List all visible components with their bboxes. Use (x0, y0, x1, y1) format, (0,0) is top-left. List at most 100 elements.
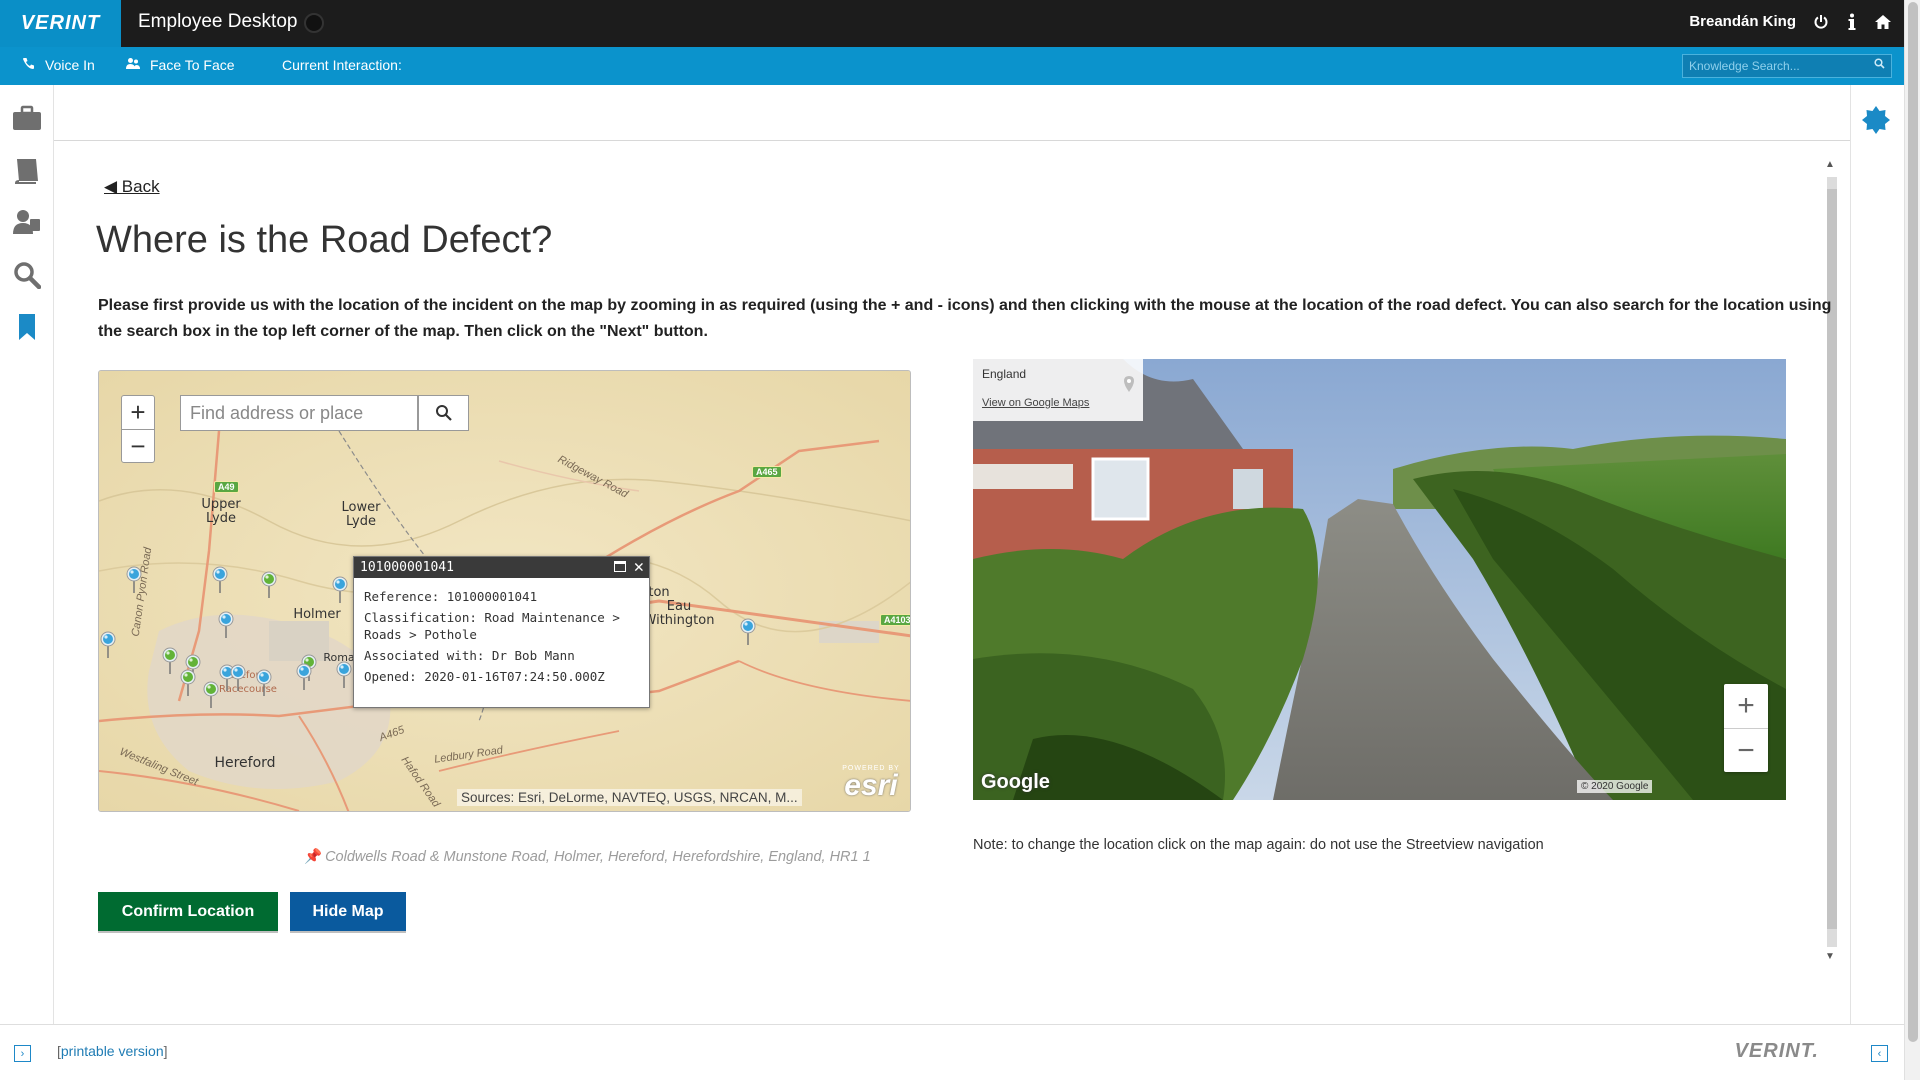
popup-header: 101000001041 ✕ (354, 557, 649, 578)
map-pin-icon[interactable] (125, 566, 143, 594)
user-name[interactable]: Breandán King (1689, 13, 1796, 30)
maximize-icon[interactable] (614, 561, 626, 572)
map-pin-icon[interactable] (260, 571, 278, 599)
place-label: Hereford (214, 755, 276, 771)
map-pin-icon[interactable] (99, 631, 117, 659)
back-link[interactable]: ◀ Back (104, 177, 160, 197)
road-shield: A4103 (880, 614, 910, 626)
current-interaction: Current Interaction: (282, 57, 402, 73)
knowledge-search-input[interactable]: Knowledge Search... (1682, 54, 1892, 78)
top-bar: VERINT Employee Desktop Breandán King (0, 0, 1920, 47)
map-view[interactable]: + − Find address or place A49 A465 A4103… (98, 370, 911, 812)
streetview-image[interactable] (973, 359, 1786, 800)
map-pin-icon[interactable] (179, 669, 197, 697)
map-pin-icon[interactable] (335, 661, 353, 689)
pushpin-icon: 📌 (304, 849, 323, 865)
map-search-input[interactable]: Find address or place (180, 395, 418, 431)
google-logo: Google (981, 771, 1050, 793)
popup-title: 101000001041 (360, 560, 454, 575)
status-indicator (304, 13, 324, 33)
face-to-face-label: Face To Face (150, 57, 235, 73)
map-pin-icon[interactable] (295, 663, 313, 691)
current-interaction-label: Current Interaction: (282, 57, 402, 73)
home-icon[interactable] (1872, 11, 1894, 33)
right-rail (1850, 85, 1904, 1080)
map-pin-icon[interactable] (211, 566, 229, 594)
printable-close: ] (163, 1043, 168, 1059)
page-title: Where is the Road Defect? (96, 219, 553, 261)
map-search-button[interactable] (418, 395, 469, 431)
panel-scrollbar[interactable]: ▲ ▼ (1822, 159, 1838, 969)
users-icon[interactable] (12, 207, 42, 237)
streetview-zoom-in-button[interactable]: + (1724, 684, 1768, 728)
popup-reference: Reference: 101000001041 (364, 589, 538, 604)
knowledge-search-placeholder: Knowledge Search... (1689, 59, 1800, 73)
people-icon (126, 57, 140, 73)
logo-text: VERINT (20, 12, 101, 34)
map-zoom-in-button[interactable]: + (122, 396, 154, 429)
streetview-info-box: England View on Google Maps (973, 359, 1143, 421)
incident-popup[interactable]: 101000001041 ✕ Reference: 101000001041 C… (353, 556, 650, 708)
app-title: Employee Desktop (138, 11, 298, 32)
selected-address: 📌 Coldwells Road & Munstone Road, Holmer,… (304, 848, 871, 865)
streetview-zoom-out-button[interactable]: − (1724, 728, 1768, 772)
streetview-region: England (982, 367, 1027, 381)
book-icon[interactable] (12, 156, 42, 186)
map-zoom-control: + − (121, 395, 155, 463)
popup-opened: Opened: 2020-01-16T07:24:50.000Z (364, 669, 605, 684)
map-pin-icon[interactable] (229, 664, 247, 692)
map-pin-icon[interactable] (255, 669, 273, 697)
search-icon[interactable] (1874, 58, 1885, 72)
note-text: Note: to change the location click on th… (973, 837, 1544, 853)
hide-map-button[interactable]: Hide Map (290, 892, 406, 931)
map-pin-icon (1123, 375, 1135, 396)
voice-in-label: Voice In (45, 57, 95, 73)
main-panel: ▲ ▼ ◀ Back Where is the Road Defect? Ple… (54, 141, 1850, 1025)
scroll-down-icon[interactable]: ▼ (1825, 951, 1835, 962)
esri-name: esri (844, 769, 898, 802)
confirm-location-button[interactable]: Confirm Location (98, 892, 278, 931)
popup-classification: Classification: Road Maintenance > Roads… (364, 610, 620, 642)
briefcase-icon[interactable] (12, 103, 42, 133)
window-scrollbar[interactable] (1904, 0, 1920, 1080)
badge-icon[interactable] (1861, 105, 1891, 135)
bookmark-icon[interactable] (12, 312, 42, 342)
close-icon[interactable]: ✕ (634, 557, 644, 577)
info-icon[interactable] (1841, 11, 1863, 33)
printable-version: [printable version] (57, 1043, 168, 1059)
scroll-up-icon[interactable]: ▲ (1825, 159, 1835, 170)
interaction-bar: Voice In Face To Face Current Interactio… (0, 47, 1904, 85)
printable-version-link[interactable]: printable version (61, 1043, 164, 1059)
instructions-text: Please first provide us with the locatio… (98, 297, 1832, 340)
window-scrollbar-thumb[interactable] (1908, 2, 1918, 1042)
phone-icon (22, 57, 35, 73)
voice-in-tab[interactable]: Voice In (22, 57, 95, 73)
address-text: Coldwells Road & Munstone Road, Holmer, … (325, 849, 871, 865)
face-to-face-tab[interactable]: Face To Face (126, 57, 235, 73)
place-label: Lower Lyde (341, 500, 381, 529)
map-pin-icon[interactable] (202, 681, 220, 709)
view-on-google-maps-link[interactable]: View on Google Maps (982, 397, 1134, 409)
map-pin-icon[interactable] (739, 618, 757, 646)
expand-left-icon[interactable]: › (14, 1045, 31, 1062)
power-icon[interactable] (1810, 11, 1832, 33)
popup-body: Reference: 101000001041 Classification: … (354, 578, 649, 695)
map-pin-icon[interactable] (161, 647, 179, 675)
left-navigation-rail (0, 85, 54, 1080)
map-attribution: Sources: Esri, DeLorme, NAVTEQ, USGS, NR… (457, 789, 802, 806)
popup-associated: Associated with: Dr Bob Mann (364, 648, 575, 663)
map-search-placeholder: Find address or place (190, 403, 364, 423)
place-label: Eau Withington (643, 599, 715, 628)
place-label: Upper Lyde (201, 497, 241, 526)
place-label: Holmer (293, 607, 341, 622)
streetview-copyright: © 2020 Google (1577, 780, 1653, 793)
map-zoom-out-button[interactable]: − (122, 429, 154, 462)
map-pin-icon[interactable] (331, 576, 349, 604)
esri-logo: POWERED BY esri (840, 765, 902, 803)
collapse-right-icon[interactable]: ‹ (1871, 1045, 1888, 1062)
map-pin-icon[interactable] (217, 611, 235, 639)
road-shield: A465 (752, 466, 782, 478)
footer-verint-logo: VERINT. (1734, 1040, 1819, 1062)
streetview-panel[interactable]: England View on Google Maps + − Google (973, 359, 1786, 800)
search-icon[interactable] (12, 260, 42, 290)
